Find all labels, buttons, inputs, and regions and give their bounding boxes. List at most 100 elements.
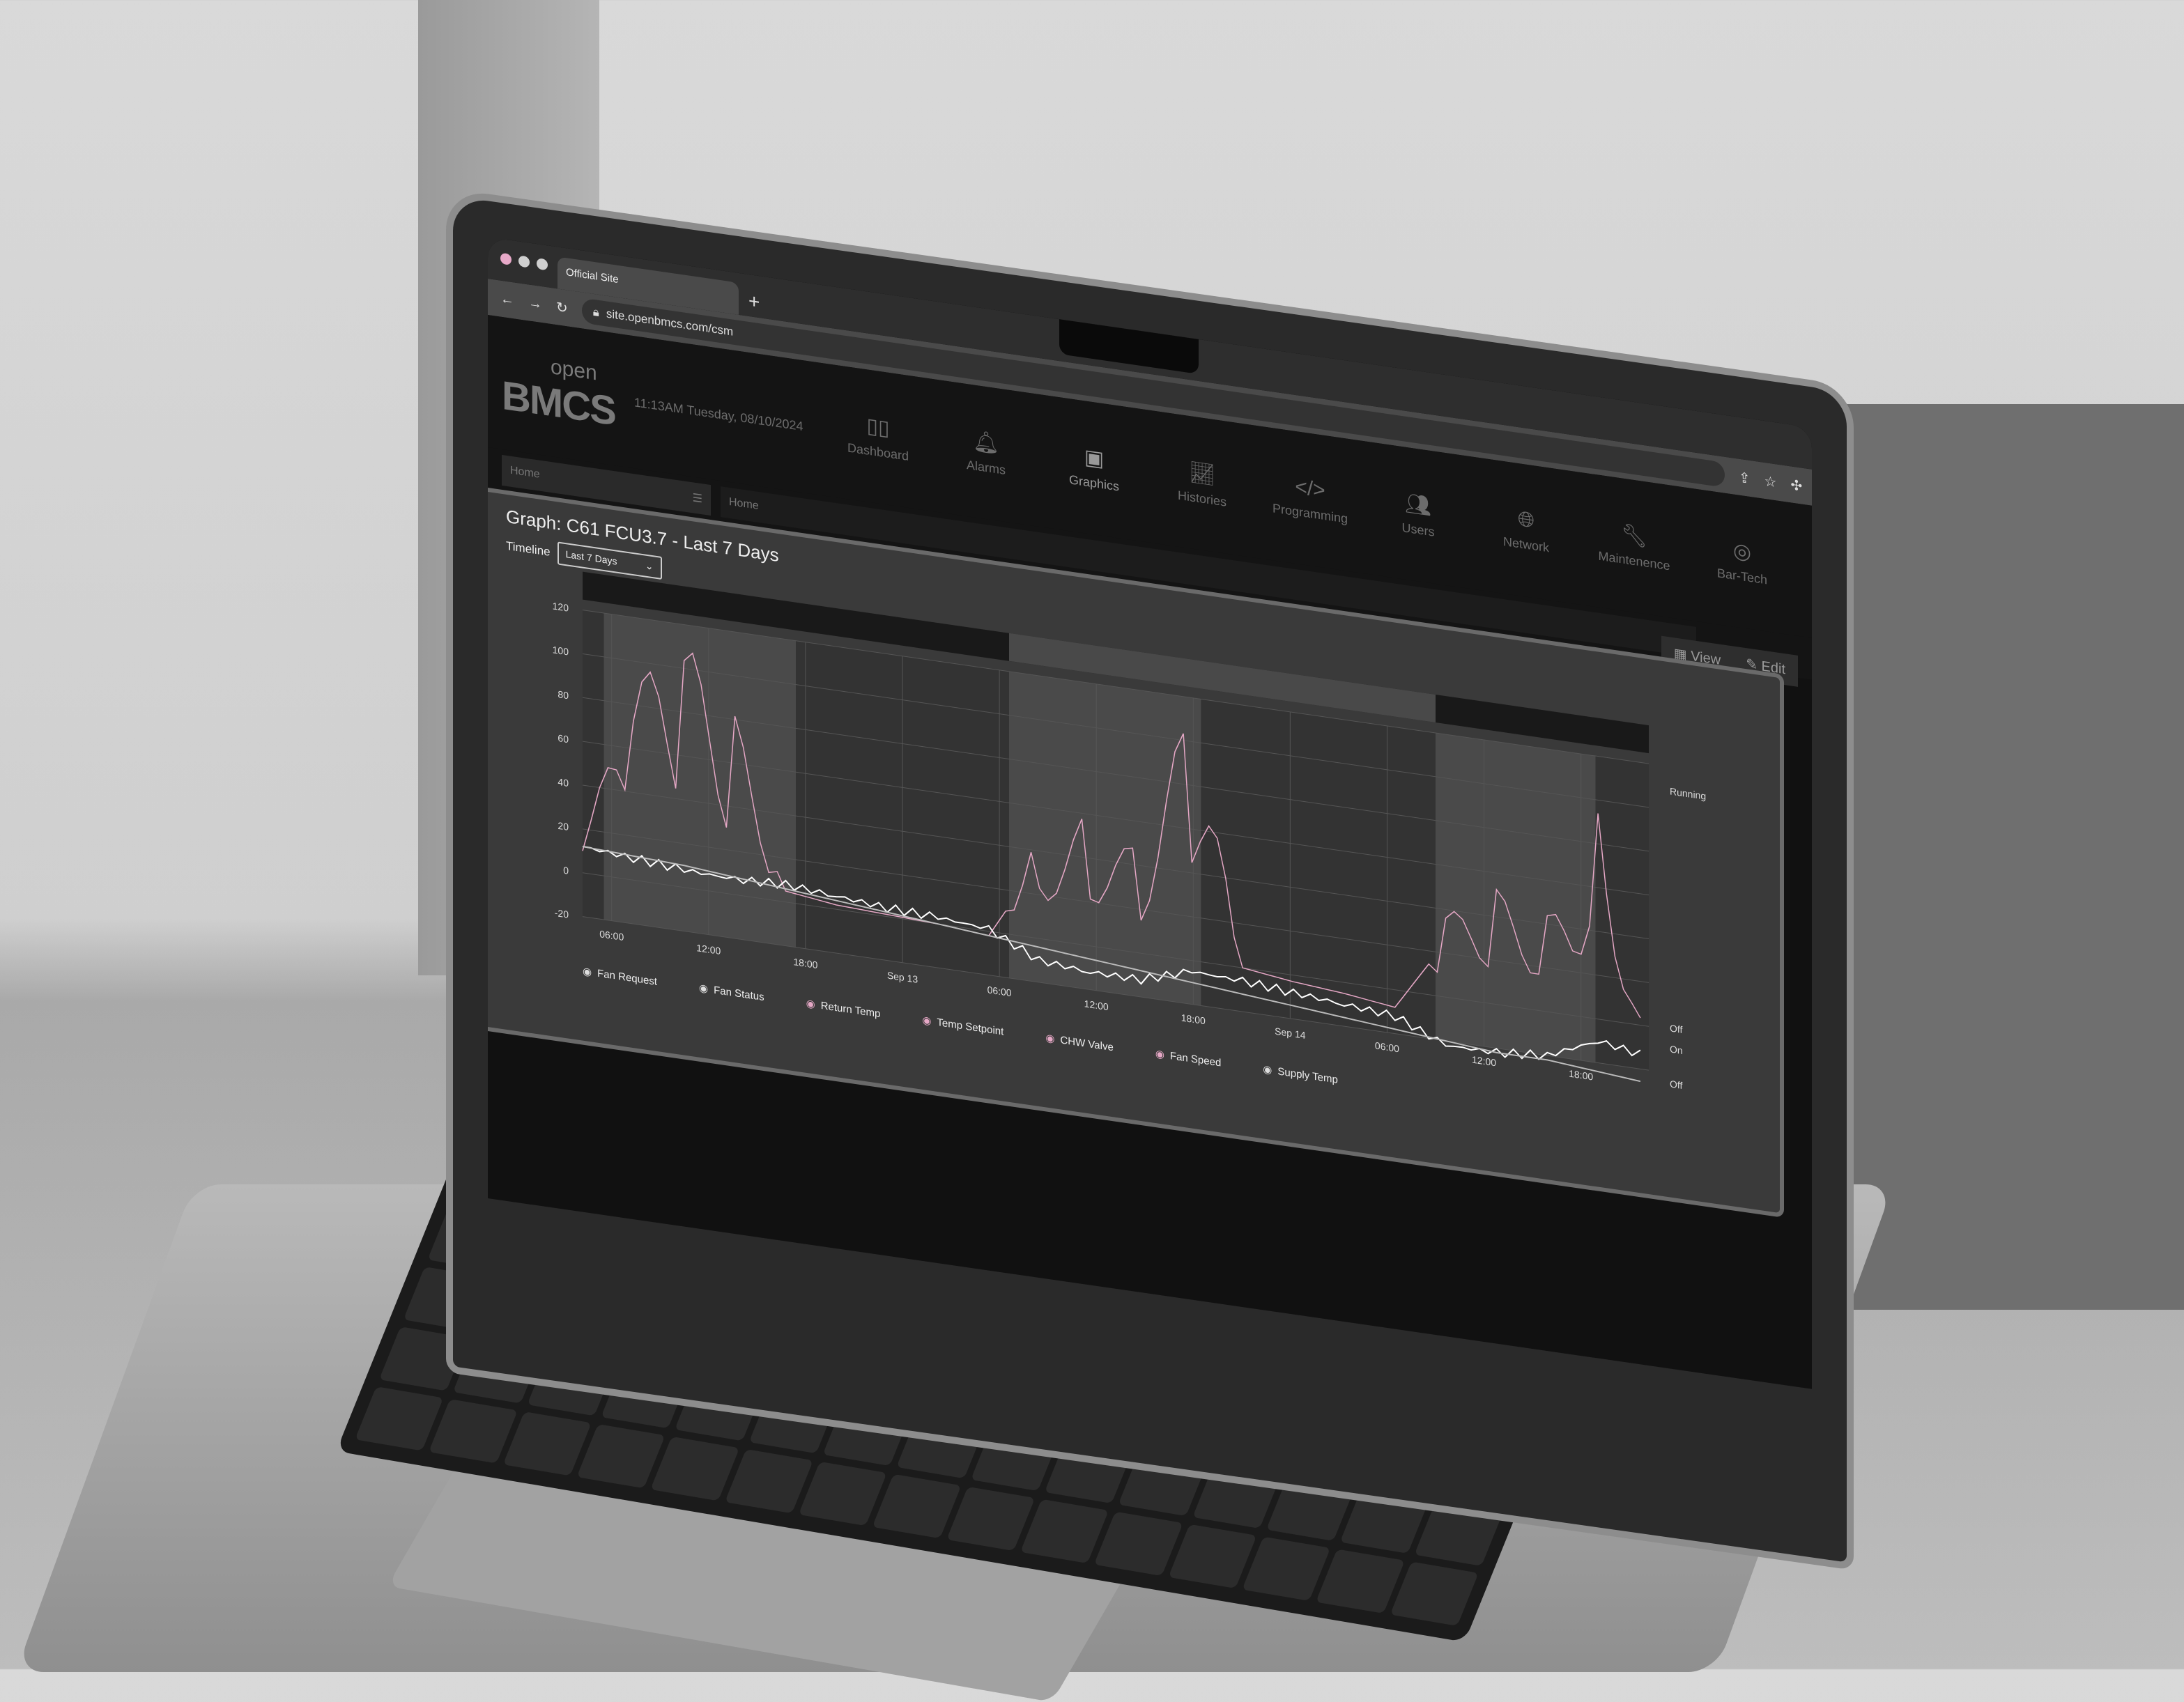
key bbox=[650, 1436, 739, 1501]
nav-network[interactable]: 🌐︎ Network bbox=[1484, 502, 1568, 559]
x-tick-label: 06:00 bbox=[599, 928, 624, 943]
legend-item[interactable]: ◉ Fan Speed bbox=[1155, 1047, 1221, 1069]
key bbox=[1390, 1561, 1479, 1626]
y-tick-label: 120 bbox=[553, 600, 569, 613]
y-tick-label: 20 bbox=[557, 820, 569, 833]
x-tick-label: 18:00 bbox=[793, 956, 817, 970]
x-tick-label: 12:00 bbox=[696, 942, 721, 957]
x-tick-label: 18:00 bbox=[1181, 1012, 1206, 1026]
nav-label: Programming bbox=[1272, 501, 1348, 526]
nav-label: Histories bbox=[1177, 488, 1226, 509]
legend-label: Temp Setpoint bbox=[937, 1016, 1004, 1038]
back-icon[interactable]: ← bbox=[500, 291, 514, 309]
globe-icon: 🌐︎ bbox=[1518, 506, 1535, 533]
new-tab-button[interactable]: + bbox=[748, 290, 760, 314]
key bbox=[576, 1424, 666, 1489]
share-icon[interactable]: ⇪ bbox=[1739, 468, 1751, 487]
window-controls[interactable] bbox=[500, 252, 548, 271]
nav-dashboard[interactable]: ▯▯ Dashboard bbox=[836, 409, 920, 465]
legend-label: Fan Speed bbox=[1169, 1050, 1222, 1069]
screen: Official Site + ← → ↻ 🔒︎ site.openbmcs.com/… bbox=[488, 237, 1812, 1389]
y-tick-label: 100 bbox=[553, 644, 569, 657]
key bbox=[355, 1386, 444, 1451]
x-tick-label: 12:00 bbox=[1472, 1054, 1496, 1069]
eye-icon: ◉ bbox=[698, 982, 709, 996]
nav-label: Dashboard bbox=[847, 440, 909, 464]
legend-item[interactable]: ◉ Supply Temp bbox=[1263, 1062, 1338, 1085]
nav-label: Users bbox=[1401, 520, 1435, 539]
key bbox=[1020, 1499, 1109, 1564]
key bbox=[946, 1486, 1036, 1552]
y-tick-label: 40 bbox=[557, 776, 569, 789]
legend-item[interactable]: ◉ Fan Request bbox=[583, 965, 657, 988]
x-tick-label: 06:00 bbox=[987, 984, 1012, 998]
code-icon: </> bbox=[1295, 474, 1325, 503]
legend-label: Supply Temp bbox=[1277, 1065, 1338, 1086]
key bbox=[502, 1411, 592, 1476]
state-label: Off bbox=[1670, 1078, 1682, 1091]
nav-bar-tech[interactable]: ◎ Bar-Tech bbox=[1700, 534, 1784, 590]
state-label: Running bbox=[1670, 785, 1706, 801]
legend-item[interactable]: ◉ Fan Status bbox=[699, 982, 764, 1003]
eye-icon: ◉ bbox=[922, 1014, 932, 1028]
logo: open BMCS bbox=[502, 348, 634, 437]
nav-users[interactable]: 👥︎ Users bbox=[1376, 487, 1460, 543]
key bbox=[798, 1461, 888, 1526]
nav-maintenence[interactable]: 🔧︎ Maintenence bbox=[1592, 518, 1676, 574]
nav-label: Maintenence bbox=[1598, 548, 1670, 573]
timeline-label: Timeline bbox=[506, 539, 551, 559]
forward-icon[interactable]: → bbox=[528, 295, 542, 313]
dashboard-icon: ▯▯ bbox=[866, 414, 890, 441]
chevron-down-icon: ⌄ bbox=[645, 559, 654, 573]
y-tick-label: -20 bbox=[555, 907, 569, 920]
legend-item[interactable]: ◉ CHW Valve bbox=[1045, 1031, 1114, 1053]
nav-graphics[interactable]: ▣ Graphics bbox=[1052, 440, 1136, 497]
datetime: 11:13AM Tuesday, 08/10/2024 bbox=[634, 394, 803, 433]
timeline-value: Last 7 Days bbox=[565, 548, 617, 567]
eye-icon: ◉ bbox=[583, 965, 592, 979]
extensions-icon[interactable]: ✣ bbox=[1790, 476, 1802, 495]
nav-label: Graphics bbox=[1068, 472, 1120, 494]
bell-icon: 🔔︎ bbox=[972, 429, 1000, 456]
key bbox=[872, 1473, 962, 1539]
key bbox=[429, 1399, 518, 1464]
running-band bbox=[603, 613, 796, 947]
nav-alarms[interactable]: 🔔︎ Alarms bbox=[944, 424, 1028, 481]
eye-icon: ◉ bbox=[1155, 1048, 1164, 1061]
x-tick-label: 12:00 bbox=[1084, 998, 1109, 1012]
legend-label: CHW Valve bbox=[1060, 1034, 1114, 1054]
y-tick-label: 0 bbox=[563, 865, 569, 876]
nav-label: Bar-Tech bbox=[1716, 566, 1768, 587]
nav-histories[interactable]: 📈︎ Histories bbox=[1160, 456, 1244, 512]
reload-icon[interactable]: ↻ bbox=[556, 298, 568, 317]
nav-label: Alarms bbox=[966, 457, 1006, 478]
user-circle-icon: ◎ bbox=[1732, 539, 1752, 565]
x-tick-label: 06:00 bbox=[1375, 1040, 1399, 1055]
running-band bbox=[1436, 732, 1596, 1063]
menu-icon[interactable]: ☰ bbox=[693, 490, 702, 506]
y-tick-label: 80 bbox=[557, 688, 569, 701]
legend-item[interactable]: ◉ Return Temp bbox=[806, 997, 881, 1020]
legend-label: Fan Request bbox=[597, 967, 657, 989]
lock-icon: 🔒︎ bbox=[592, 304, 599, 320]
eye-icon: ◉ bbox=[1045, 1032, 1055, 1046]
eye-icon: ◉ bbox=[806, 997, 815, 1011]
home-crumb: Home bbox=[729, 495, 759, 513]
key bbox=[724, 1448, 814, 1514]
legend-label: Fan Status bbox=[714, 984, 764, 1004]
state-label: On bbox=[1670, 1043, 1683, 1056]
star-icon[interactable]: ☆ bbox=[1764, 472, 1777, 491]
x-tick-label: Sep 13 bbox=[887, 970, 918, 985]
key bbox=[1094, 1511, 1183, 1577]
legend-label: Return Temp bbox=[820, 999, 881, 1021]
state-label: Off bbox=[1670, 1022, 1682, 1035]
eye-icon: ◉ bbox=[1263, 1063, 1272, 1077]
wrench-icon: 🔧︎ bbox=[1620, 523, 1648, 550]
users-icon: 👥︎ bbox=[1404, 491, 1432, 519]
image-icon: ▣ bbox=[1084, 445, 1105, 472]
key bbox=[1242, 1536, 1331, 1601]
nav-programming[interactable]: </> Programming bbox=[1268, 471, 1352, 527]
home-label: Home bbox=[510, 464, 540, 481]
key bbox=[1168, 1524, 1257, 1588]
y-tick-label: 60 bbox=[557, 732, 569, 745]
